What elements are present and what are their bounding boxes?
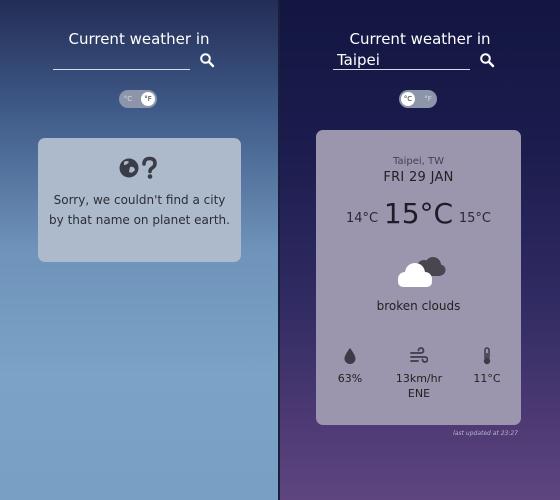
left-fahrenheit-option[interactable]: °F [141,92,155,106]
right-celsius-option[interactable]: °C [401,92,415,106]
left-heading: Current weather in [68,30,210,48]
left-weather-panel: Current weather in °C °F Sorry, we could… [0,0,280,500]
right-search-icon[interactable] [479,52,495,68]
right-fahrenheit-option[interactable]: °F [421,92,435,106]
error-message-line1: Sorry, we couldn't find a city [53,193,226,207]
globe-question-icon [38,156,241,180]
error-message-line2: by that name on planet earth. [49,213,230,227]
error-card: Sorry, we couldn't find a city by that n… [38,138,241,262]
right-weather-panel [280,0,560,500]
right-unit-toggle[interactable]: °C °F [399,90,437,108]
right-city-input[interactable] [333,50,470,70]
right-search-row [0,50,560,72]
left-celsius-option[interactable]: °C [121,92,135,106]
left-unit-toggle[interactable]: °C °F [119,90,157,108]
